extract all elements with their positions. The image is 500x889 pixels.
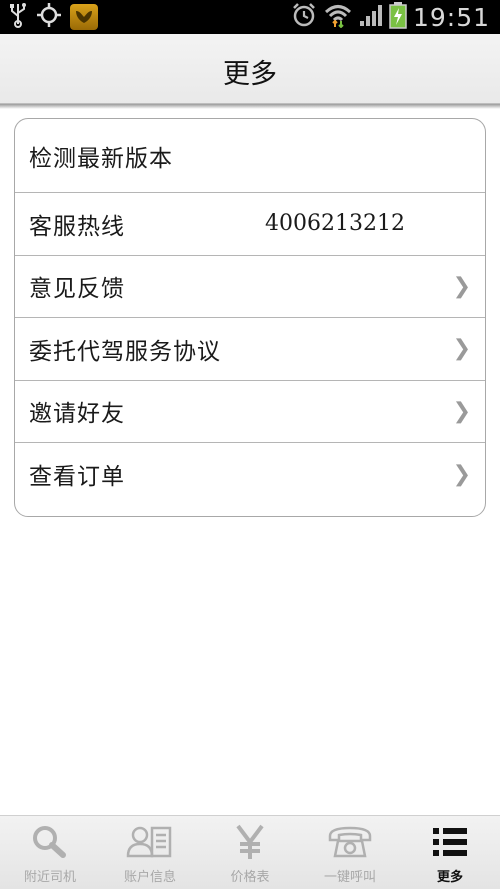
- wifi-icon: [323, 2, 353, 32]
- signal-icon: [359, 3, 383, 31]
- tab-account-info[interactable]: 账户信息: [100, 816, 200, 889]
- bottom-tab-bar: 附近司机 账户信息 价格表 一键呼叫 更多: [0, 815, 500, 889]
- tab-label: 更多: [436, 870, 463, 885]
- menu-item-label: 意见反馈: [29, 276, 125, 303]
- chevron-right-icon: ❯: [452, 336, 471, 362]
- chevron-right-icon: ❯: [452, 461, 471, 487]
- status-time: 19:51: [412, 2, 490, 32]
- menu-item-feedback[interactable]: 意见反馈 ❯: [15, 256, 485, 318]
- menu-item-label: 委托代驾服务协议: [29, 338, 221, 365]
- tab-label: 账户信息: [123, 870, 176, 885]
- menu-item-label: 检测最新版本: [29, 145, 173, 172]
- menu-item-hotline[interactable]: 客服热线 4006213212: [15, 193, 485, 256]
- menu-item-view-orders[interactable]: 查看订单 ❯: [15, 443, 485, 506]
- tab-label: 一键呼叫: [323, 870, 376, 885]
- battery-charging-icon: [389, 1, 407, 33]
- tab-label: 价格表: [230, 870, 270, 885]
- hotline-number[interactable]: 4006213212: [265, 211, 405, 236]
- search-icon: [25, 822, 75, 862]
- menu-item-service-agreement[interactable]: 委托代驾服务协议 ❯: [15, 318, 485, 381]
- menu-item-check-version[interactable]: 检测最新版本: [15, 119, 485, 193]
- header-shadow: [0, 104, 500, 109]
- page-title: 更多: [223, 59, 277, 90]
- tab-price-list[interactable]: 价格表: [200, 816, 300, 889]
- menu-item-label: 邀请好友: [29, 401, 125, 428]
- tab-one-key-call[interactable]: 一键呼叫: [300, 816, 400, 889]
- tab-label: 附近司机: [23, 870, 76, 885]
- alarm-icon: [291, 2, 317, 32]
- usb-icon: [8, 2, 28, 32]
- menu-item-label: 查看订单: [29, 464, 125, 491]
- tab-more[interactable]: 更多: [400, 816, 500, 889]
- menu-list: 检测最新版本 客服热线 4006213212 意见反馈 ❯ 委托代驾服务协议 ❯…: [14, 118, 486, 517]
- account-icon: [125, 822, 175, 862]
- app-notification-icon: [70, 4, 98, 30]
- chevron-right-icon: ❯: [452, 398, 471, 424]
- chevron-right-icon: ❯: [452, 273, 471, 299]
- menu-item-invite-friends[interactable]: 邀请好友 ❯: [15, 381, 485, 443]
- phone-icon: [325, 822, 375, 862]
- tab-nearby-drivers[interactable]: 附近司机: [0, 816, 100, 889]
- gps-icon: [36, 2, 62, 32]
- status-bar: 19:51: [0, 0, 500, 34]
- menu-item-label: 客服热线: [29, 213, 125, 240]
- header-bar: 更多: [0, 34, 500, 104]
- yen-icon: [225, 822, 275, 862]
- list-icon: [425, 822, 475, 862]
